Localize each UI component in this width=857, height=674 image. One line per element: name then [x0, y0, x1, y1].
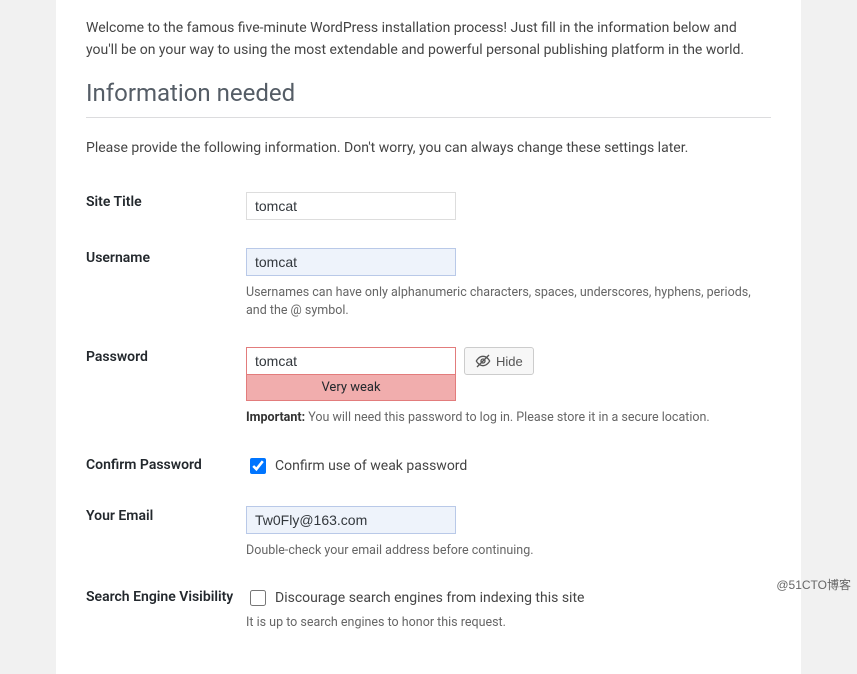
subintro-text: Please provide the following information…: [86, 140, 771, 156]
password-important: Important: You will need this password t…: [246, 409, 771, 427]
eye-slash-icon: [475, 353, 491, 369]
intro-text: Welcome to the famous five-minute WordPr…: [86, 18, 771, 61]
site-title-input[interactable]: [246, 192, 456, 220]
watermark: @51CTO博客: [776, 576, 851, 593]
search-visibility-text: Discourage search engines from indexing …: [275, 590, 584, 606]
password-row: Very weak Hide: [246, 347, 771, 401]
username-input[interactable]: [246, 248, 456, 276]
hide-button-label: Hide: [496, 354, 523, 369]
confirm-weak-text: Confirm use of weak password: [275, 458, 467, 474]
search-visibility-row[interactable]: Discourage search engines from indexing …: [246, 587, 584, 609]
install-card: Welcome to the famous five-minute WordPr…: [56, 0, 801, 674]
username-hint: Usernames can have only alphanumeric cha…: [246, 284, 771, 319]
password-input[interactable]: [246, 347, 456, 375]
search-visibility-label: Search Engine Visibility: [86, 577, 246, 650]
password-important-text: You will need this password to log in. P…: [305, 410, 710, 425]
confirm-weak-checkbox[interactable]: [250, 458, 266, 474]
search-visibility-checkbox[interactable]: [250, 590, 266, 606]
hide-password-button[interactable]: Hide: [464, 347, 534, 375]
confirm-password-label: Confirm Password: [86, 445, 246, 496]
password-important-label: Important:: [246, 410, 305, 425]
username-label: Username: [86, 238, 246, 337]
confirm-weak-label[interactable]: Confirm use of weak password: [246, 455, 467, 477]
site-title-label: Site Title: [86, 182, 246, 238]
section-heading: Information needed: [86, 79, 771, 118]
search-visibility-hint: It is up to search engines to honor this…: [246, 614, 771, 632]
password-strength: Very weak: [246, 375, 456, 401]
email-hint: Double-check your email address before c…: [246, 542, 771, 560]
password-label: Password: [86, 337, 246, 445]
email-label: Your Email: [86, 496, 246, 578]
email-input[interactable]: [246, 506, 456, 534]
form-table: Site Title Username Usernames can have o…: [86, 182, 771, 650]
